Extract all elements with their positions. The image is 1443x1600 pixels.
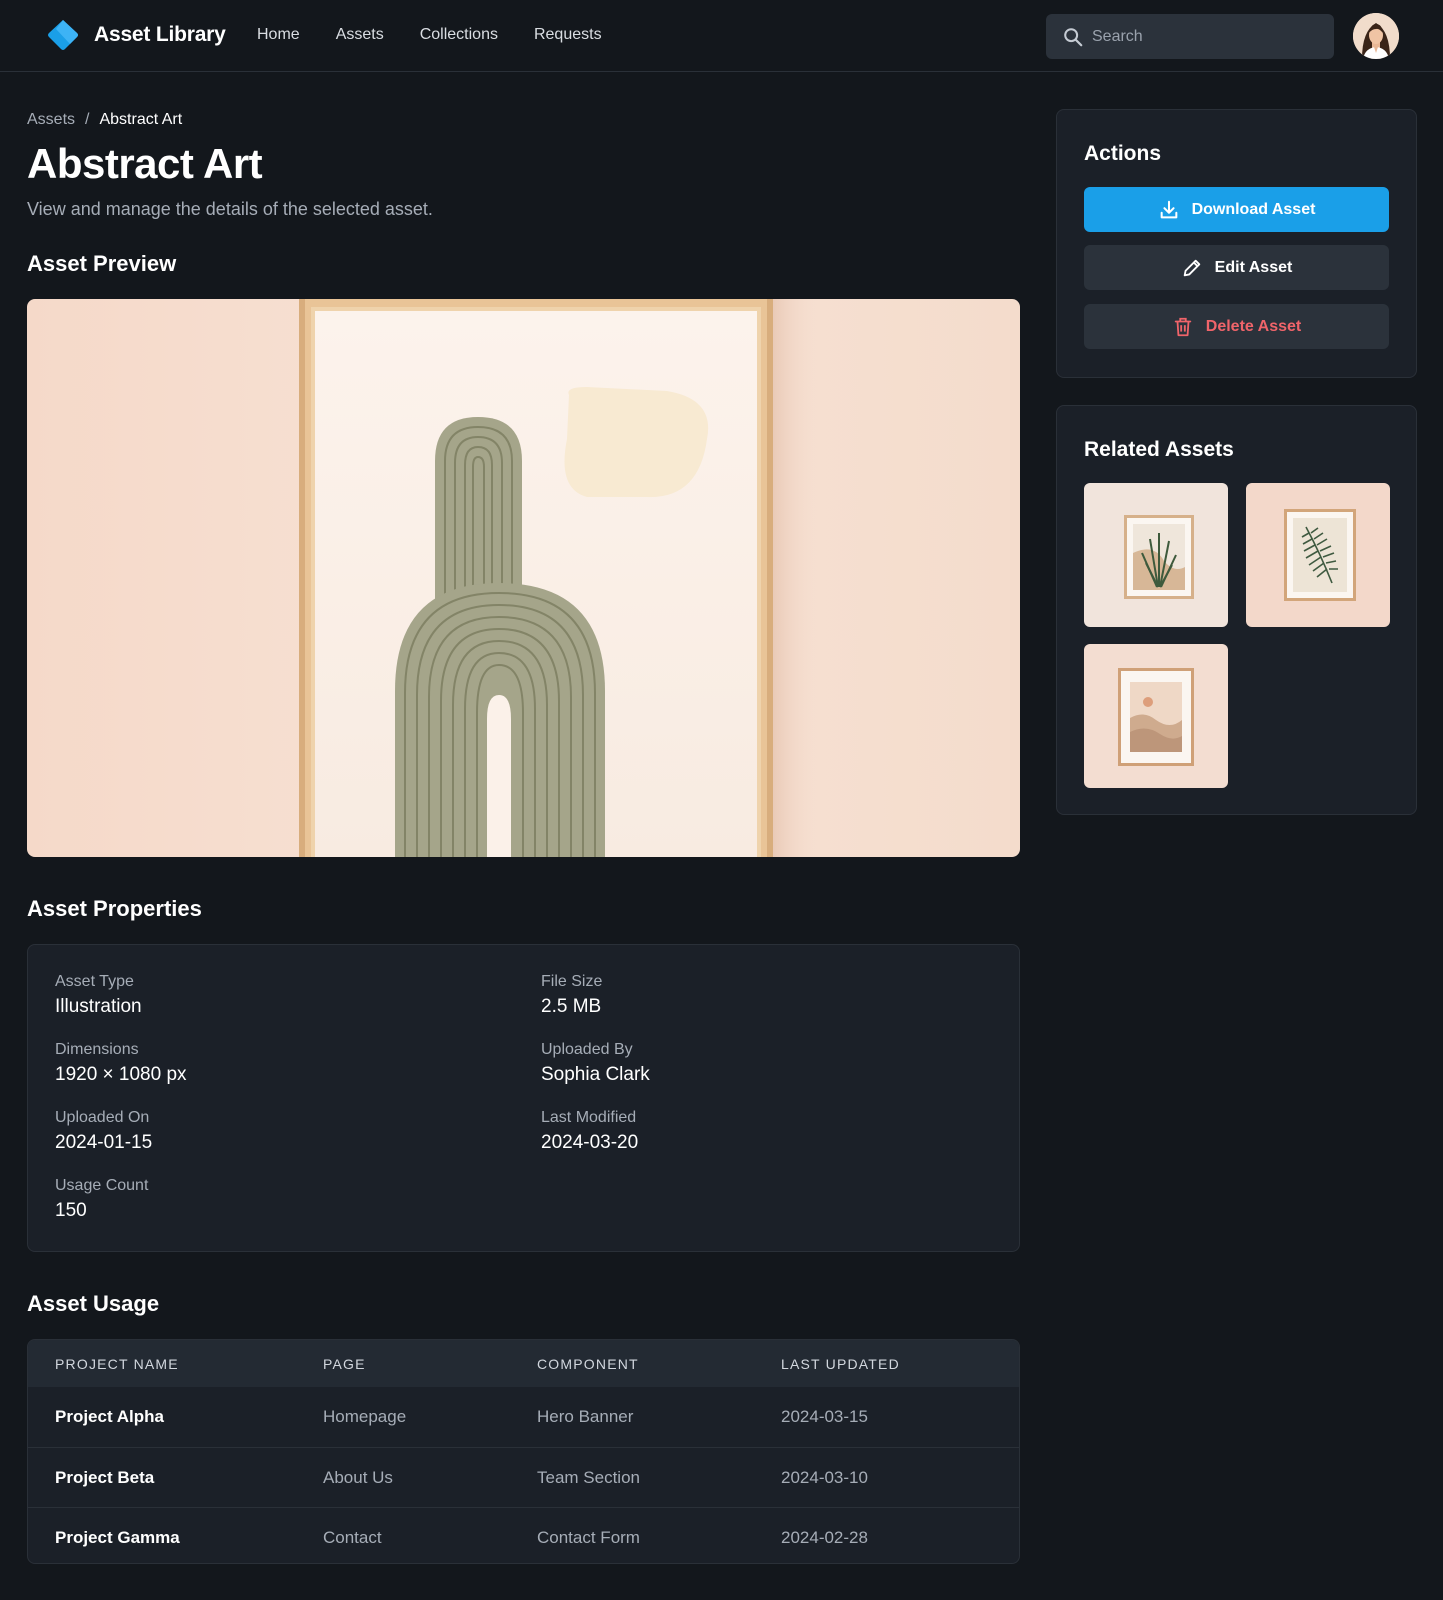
property-value: 2.5 MB: [541, 996, 602, 1017]
actions-card: Actions Download Asset Edit Asset Delete…: [1056, 109, 1417, 378]
cell-last-updated: 2024-03-10: [781, 1468, 868, 1487]
page-title: Abstract Art: [27, 140, 263, 187]
download-asset-button[interactable]: Download Asset: [1084, 187, 1389, 232]
asset-usage-heading: Asset Usage: [27, 1291, 160, 1316]
asset-properties-heading: Asset Properties: [27, 896, 202, 921]
related-assets-heading: Related Assets: [1084, 438, 1234, 461]
avatar[interactable]: [1353, 13, 1399, 59]
download-asset-label: Download Asset: [1191, 200, 1316, 218]
user-avatar-icon: [1353, 13, 1399, 59]
edit-asset-button[interactable]: Edit Asset: [1084, 245, 1389, 290]
landscape-print-thumbnail: [1084, 644, 1228, 788]
column-header-page: PAGE: [323, 1356, 366, 1372]
pencil-icon: [1183, 259, 1200, 276]
cell-project-name: Project Alpha: [55, 1407, 164, 1426]
property-label: Uploaded By: [541, 1041, 633, 1058]
cell-page: Contact: [323, 1528, 382, 1547]
property-value: 2024-01-15: [55, 1132, 153, 1153]
property-label: Dimensions: [55, 1041, 139, 1058]
asset-properties-panel: Asset Type Illustration File Size 2.5 MB…: [27, 944, 1020, 1252]
leaf-print-thumbnail: [1246, 483, 1390, 627]
property-label: File Size: [541, 973, 603, 990]
cell-page: Homepage: [323, 1407, 407, 1426]
breadcrumb-current: Abstract Art: [99, 111, 183, 128]
asset-usage-table: PROJECT NAME PAGE COMPONENT LAST UPDATED…: [27, 1339, 1020, 1564]
table-header: PROJECT NAME PAGE COMPONENT LAST UPDATED: [28, 1340, 1019, 1387]
nav-home[interactable]: Home: [257, 26, 300, 44]
asset-preview-heading: Asset Preview: [27, 251, 177, 276]
property-label: Asset Type: [55, 973, 134, 990]
cell-page: About Us: [323, 1468, 393, 1487]
breadcrumb-assets-link[interactable]: Assets: [27, 111, 75, 129]
property-label: Uploaded On: [55, 1109, 150, 1126]
actions-heading: Actions: [1084, 142, 1162, 165]
property-last-modified: Last Modified 2024-03-20: [541, 1109, 638, 1154]
property-value: 1920 × 1080 px: [55, 1064, 187, 1085]
main-nav: Home Assets Collections Requests: [257, 26, 638, 44]
page-subtitle: View and manage the details of the selec…: [27, 199, 433, 219]
top-navbar: Asset Library Home Assets Collections Re…: [0, 0, 1443, 72]
table-body: Project Alpha Homepage Hero Banner 2024-…: [28, 1387, 1019, 1563]
related-asset-thumbnail[interactable]: [1246, 483, 1390, 627]
property-asset-type: Asset Type Illustration: [55, 973, 142, 1018]
property-value: Illustration: [55, 996, 142, 1017]
property-uploaded-by: Uploaded By Sophia Clark: [541, 1041, 650, 1086]
related-asset-thumbnail[interactable]: [1084, 644, 1228, 788]
asset-preview-image: [27, 299, 1020, 857]
property-dimensions: Dimensions 1920 × 1080 px: [55, 1041, 187, 1086]
plant-print-thumbnail: [1084, 483, 1228, 627]
property-value: 150: [55, 1200, 87, 1221]
nav-requests[interactable]: Requests: [534, 26, 602, 44]
search-icon: [1064, 27, 1083, 46]
table-row[interactable]: Project Beta About Us Team Section 2024-…: [28, 1447, 1019, 1507]
search-box[interactable]: [1046, 14, 1334, 59]
property-label: Usage Count: [55, 1177, 149, 1194]
delete-asset-button[interactable]: Delete Asset: [1084, 304, 1389, 349]
property-value: 2024-03-20: [541, 1132, 639, 1153]
cell-last-updated: 2024-02-28: [781, 1528, 868, 1547]
cell-last-updated: 2024-03-15: [781, 1407, 868, 1426]
column-header-project-name: PROJECT NAME: [55, 1356, 179, 1372]
nav-assets[interactable]: Assets: [336, 26, 384, 44]
property-usage-count: Usage Count 150: [55, 1177, 148, 1222]
related-assets-card: Related Assets: [1056, 405, 1417, 815]
table-row[interactable]: Project Alpha Homepage Hero Banner 2024-…: [28, 1387, 1019, 1447]
brand[interactable]: Asset Library: [46, 18, 226, 52]
cell-project-name: Project Beta: [55, 1468, 155, 1487]
nav-collections[interactable]: Collections: [420, 26, 498, 44]
app-logo-icon: [48, 20, 78, 50]
cell-project-name: Project Gamma: [55, 1528, 180, 1547]
table-row[interactable]: Project Gamma Contact Contact Form 2024-…: [28, 1507, 1019, 1563]
delete-asset-label: Delete Asset: [1205, 317, 1302, 335]
breadcrumb: Assets / Abstract Art: [27, 111, 182, 129]
trash-icon: [1174, 317, 1192, 336]
app-name: Asset Library: [94, 23, 226, 46]
cell-component: Contact Form: [537, 1528, 640, 1547]
breadcrumb-separator: /: [85, 111, 90, 128]
cell-component: Team Section: [537, 1468, 640, 1487]
related-asset-thumbnail[interactable]: [1084, 483, 1228, 627]
property-file-size: File Size 2.5 MB: [541, 973, 602, 1018]
property-label: Last Modified: [541, 1109, 637, 1126]
column-header-component: COMPONENT: [537, 1356, 639, 1372]
property-uploaded-on: Uploaded On 2024-01-15: [55, 1109, 152, 1154]
property-value: Sophia Clark: [541, 1064, 650, 1085]
download-icon: [1160, 200, 1177, 218]
abstract-art-illustration: [27, 299, 1020, 857]
search-input[interactable]: [1092, 27, 1312, 46]
column-header-last-updated: LAST UPDATED: [781, 1356, 900, 1372]
cell-component: Hero Banner: [537, 1407, 634, 1426]
edit-asset-label: Edit Asset: [1214, 258, 1293, 276]
